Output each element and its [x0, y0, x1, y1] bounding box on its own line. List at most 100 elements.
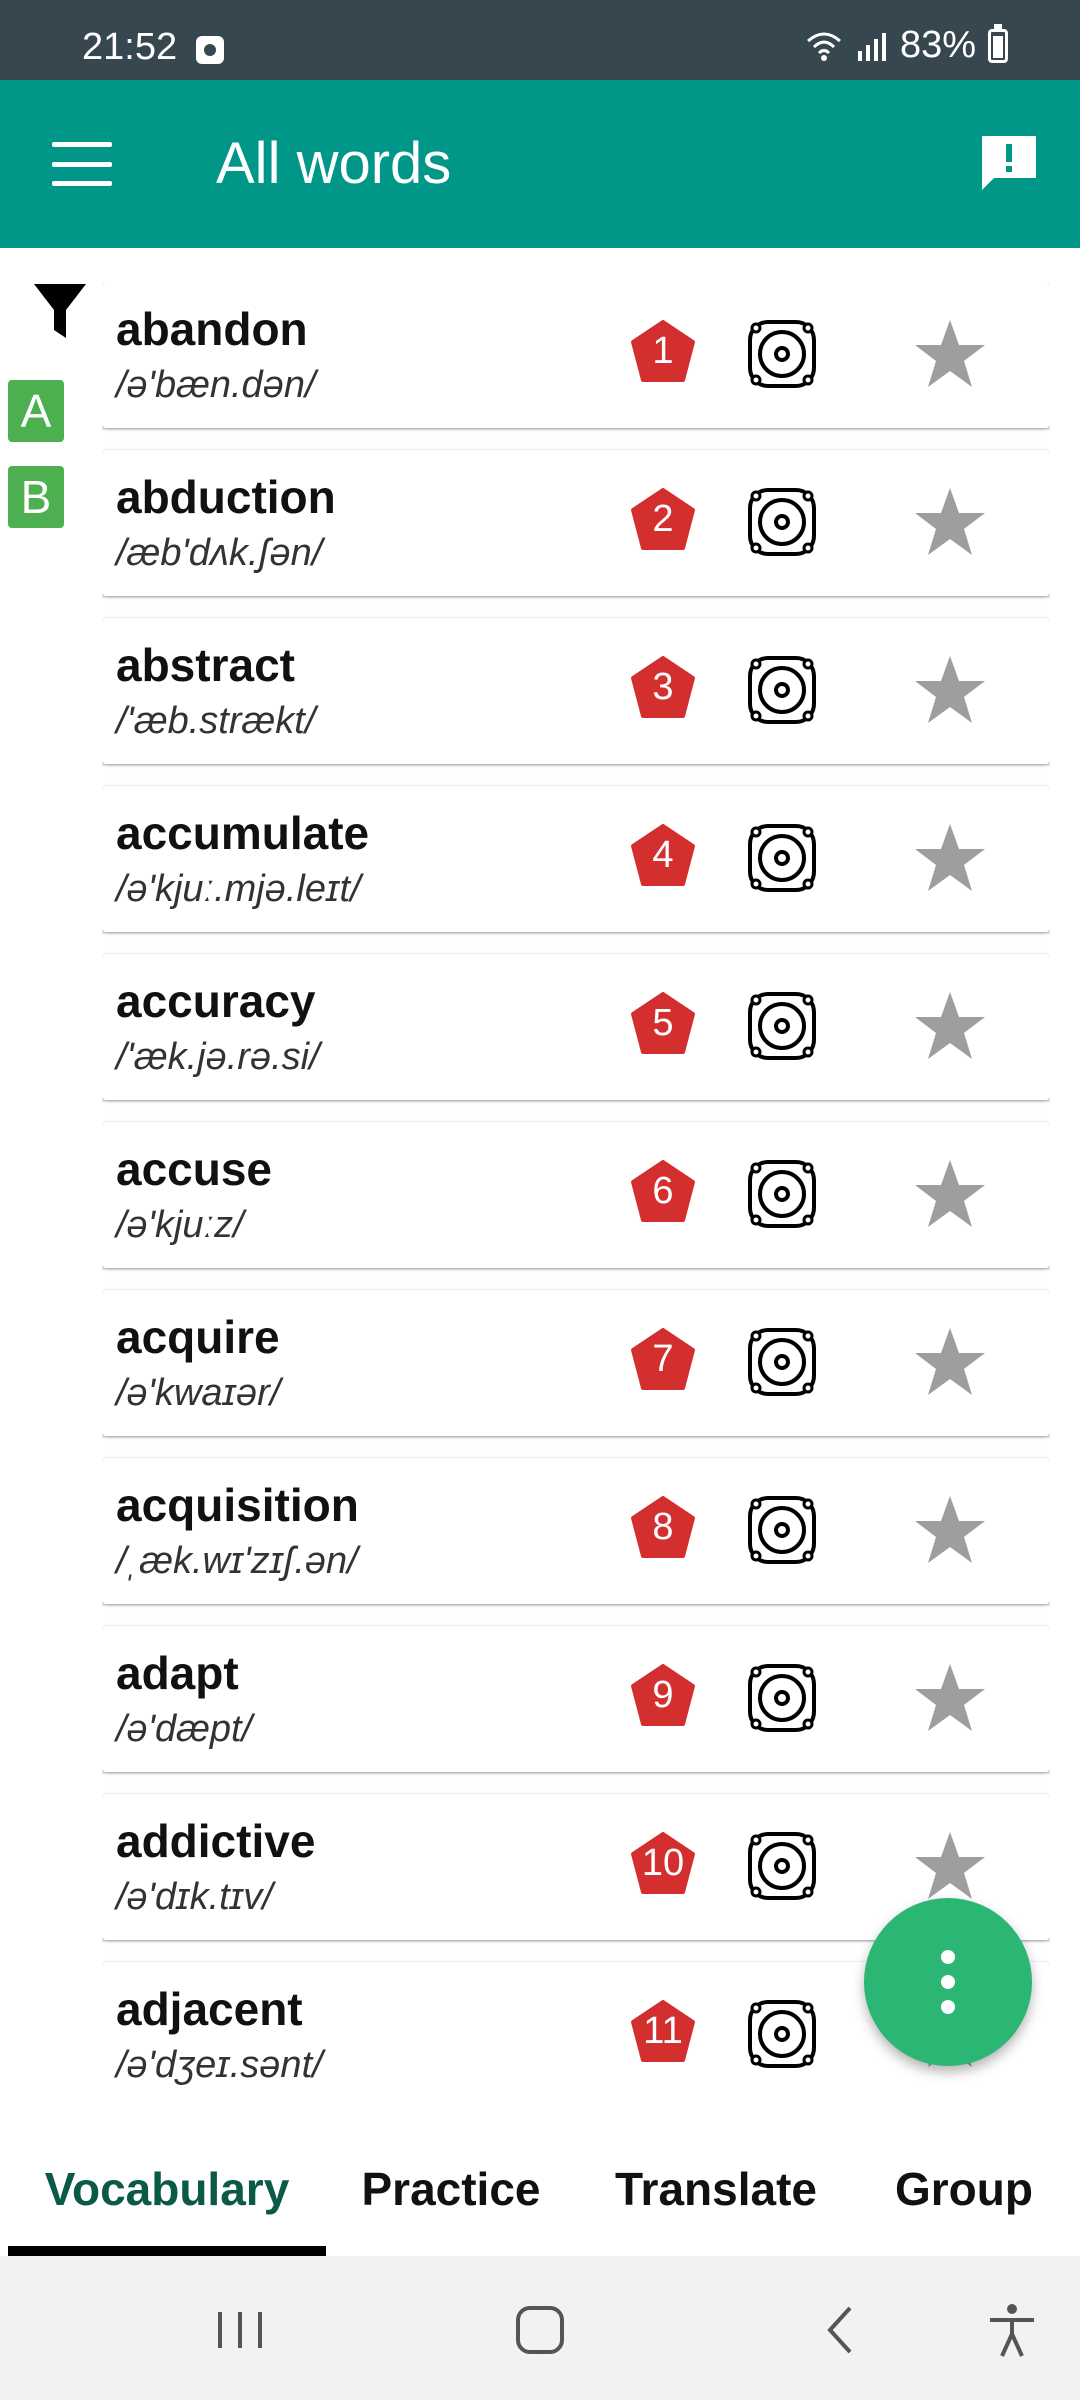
letter-index-b[interactable]: B: [8, 466, 64, 528]
back-icon[interactable]: [812, 2300, 872, 2360]
accessibility-icon[interactable]: [982, 2300, 1042, 2360]
more-vert-icon: [940, 1950, 956, 2014]
word-ipa: /ə'kjuː.mjə.leɪt/: [116, 868, 361, 910]
recents-icon[interactable]: [210, 2300, 270, 2360]
word-text: addictive: [116, 1815, 316, 1867]
word-number-badge: 1: [630, 320, 696, 384]
word-card[interactable]: acquire /ə'kwaɪər/ 7: [102, 1290, 1050, 1436]
word-number: 8: [652, 1506, 674, 1548]
speaker-icon[interactable]: [744, 652, 820, 728]
word-number: 9: [652, 1674, 674, 1716]
filter-icon[interactable]: [32, 282, 88, 342]
word-number: 4: [652, 834, 674, 876]
speaker-icon[interactable]: [744, 1492, 820, 1568]
word-number-badge: 8: [630, 1496, 696, 1560]
menu-icon[interactable]: [52, 142, 112, 186]
speaker-icon[interactable]: [744, 988, 820, 1064]
word-number-badge: 4: [630, 824, 696, 888]
word-number-badge: 2: [630, 488, 696, 552]
speaker-icon[interactable]: [744, 1828, 820, 1904]
word-ipa: /ə'bæn.dən/: [116, 364, 316, 406]
more-fab-button[interactable]: [864, 1898, 1032, 2066]
word-number-badge: 10: [630, 1832, 696, 1896]
word-ipa: /ə'dæpt/: [116, 1708, 253, 1750]
word-ipa: /'æk.jə.rə.si/: [116, 1036, 320, 1078]
word-text: abduction: [116, 471, 336, 523]
status-bar: 21:52 83%: [0, 0, 1080, 80]
status-right: 83%: [804, 23, 1008, 67]
word-number: 1: [652, 330, 674, 372]
speaker-icon[interactable]: [744, 820, 820, 896]
word-number: 3: [652, 666, 674, 708]
word-number: 6: [652, 1170, 674, 1212]
star-icon[interactable]: [912, 988, 988, 1064]
tab-vocabulary[interactable]: Vocabulary: [8, 2162, 326, 2216]
word-ipa: /ə'kwaɪər/: [116, 1372, 281, 1414]
word-number: 10: [641, 1842, 685, 1884]
star-icon[interactable]: [912, 1828, 988, 1904]
word-text: acquisition: [116, 1479, 359, 1531]
star-icon[interactable]: [912, 1660, 988, 1736]
word-number: 7: [652, 1338, 674, 1380]
word-card[interactable]: accuse /ə'kjuːz/ 6: [102, 1122, 1050, 1268]
word-card[interactable]: abandon /ə'bæn.dən/ 1: [102, 282, 1050, 428]
tab-indicator: [8, 2246, 326, 2256]
word-number: 5: [652, 1002, 674, 1044]
word-number-badge: 5: [630, 992, 696, 1056]
word-text: accuse: [116, 1143, 273, 1195]
star-icon[interactable]: [912, 484, 988, 560]
word-text: adjacent: [116, 1983, 303, 2035]
letter-index-a[interactable]: A: [8, 380, 64, 442]
word-ipa: /ə'dʒeɪ.sənt/: [116, 2044, 323, 2086]
system-nav-bar: [0, 2256, 1080, 2400]
word-list[interactable]: abandon /ə'bæn.dən/ 1 abduction /æb'dʌk.…: [102, 282, 1050, 2088]
feedback-icon[interactable]: [978, 132, 1040, 194]
word-text: acquire: [116, 1311, 280, 1363]
battery-percent: 83%: [899, 24, 976, 66]
status-time: 21:52: [82, 26, 178, 68]
speaker-icon[interactable]: [744, 1324, 820, 1400]
word-text: abandon: [116, 303, 308, 355]
speaker-icon[interactable]: [744, 1660, 820, 1736]
tab-translate[interactable]: Translate: [586, 2162, 846, 2216]
word-card[interactable]: acquisition /ˌæk.wɪ'zɪʃ.ən/ 8: [102, 1458, 1050, 1604]
word-ipa: /ə'kjuːz/: [116, 1204, 244, 1246]
speaker-icon[interactable]: [744, 316, 820, 392]
word-number-badge: 9: [630, 1664, 696, 1728]
star-icon[interactable]: [912, 316, 988, 392]
word-ipa: /ə'dɪk.tɪv/: [116, 1876, 273, 1918]
battery-icon: [988, 23, 1008, 63]
word-ipa: /æb'dʌk.ʃən/: [116, 532, 323, 574]
word-text: adapt: [116, 1647, 239, 1699]
wifi-icon: [806, 32, 841, 61]
tab-practice[interactable]: Practice: [346, 2162, 556, 2216]
word-card[interactable]: abstract /'æb.strækt/ 3: [102, 618, 1050, 764]
word-text: abstract: [116, 639, 295, 691]
word-number-badge: 11: [630, 2000, 696, 2064]
star-icon[interactable]: [912, 820, 988, 896]
word-number-badge: 3: [630, 656, 696, 720]
star-icon[interactable]: [912, 652, 988, 728]
word-ipa: /ˌæk.wɪ'zɪʃ.ən/: [116, 1540, 358, 1582]
tab-group[interactable]: Group: [876, 2162, 1052, 2216]
word-text: accuracy: [116, 975, 316, 1027]
word-card[interactable]: accuracy /'æk.jə.rə.si/ 5: [102, 954, 1050, 1100]
star-icon[interactable]: [912, 1156, 988, 1232]
speaker-icon[interactable]: [744, 1156, 820, 1232]
word-card[interactable]: abduction /æb'dʌk.ʃən/ 2: [102, 450, 1050, 596]
star-icon[interactable]: [912, 1492, 988, 1568]
star-icon[interactable]: [912, 1324, 988, 1400]
word-card[interactable]: accumulate /ə'kjuː.mjə.leɪt/ 4: [102, 786, 1050, 932]
notification-icon: [196, 36, 224, 64]
page-title: All words: [216, 131, 452, 196]
speaker-icon[interactable]: [744, 484, 820, 560]
home-icon[interactable]: [510, 2300, 570, 2360]
word-number-badge: 7: [630, 1328, 696, 1392]
bottom-tab-bar: Vocabulary Practice Translate Group: [0, 2100, 1080, 2256]
speaker-icon[interactable]: [744, 1996, 820, 2072]
word-ipa: /'æb.strækt/: [116, 700, 316, 742]
word-number: 2: [652, 498, 674, 540]
word-text: accumulate: [116, 807, 370, 859]
word-card[interactable]: adapt /ə'dæpt/ 9: [102, 1626, 1050, 1772]
signal-icon: [857, 32, 886, 61]
